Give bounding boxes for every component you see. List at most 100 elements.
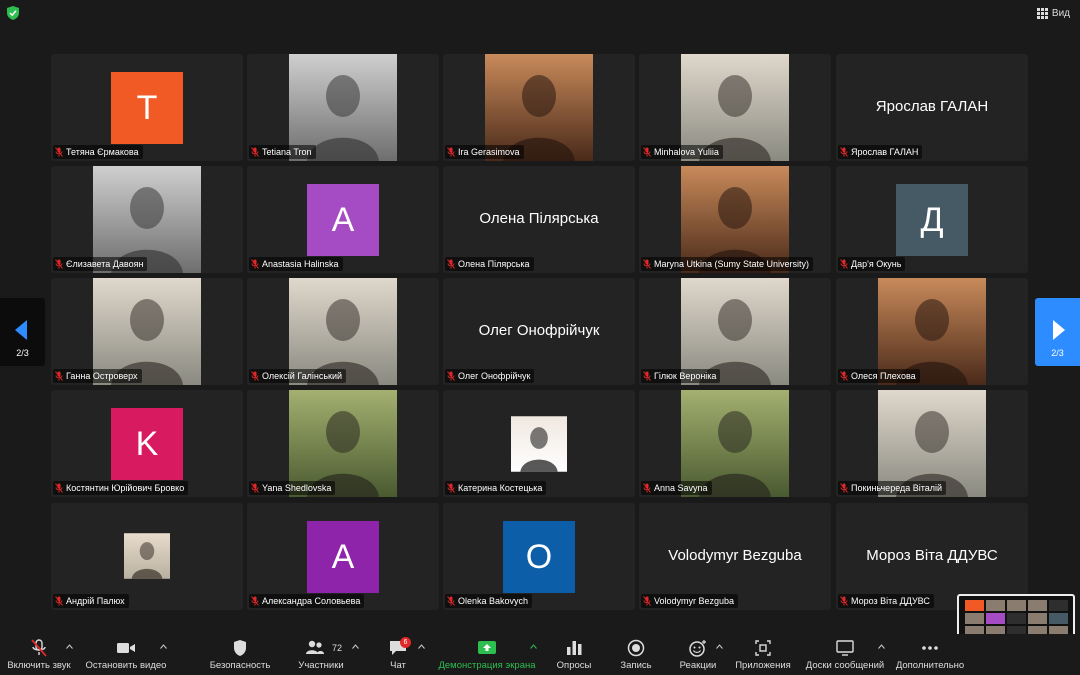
chevron-up-icon[interactable]: [66, 644, 73, 649]
security-label: Безопасность: [209, 660, 271, 671]
share-screen-button[interactable]: Демонстрация экрана: [436, 634, 538, 675]
previous-page-button[interactable]: 2/3: [0, 298, 45, 366]
participant-tile[interactable]: Ira Gerasimova: [443, 54, 635, 161]
participant-name: Anna Savyna: [654, 483, 708, 493]
mic-muted-icon: [643, 371, 651, 381]
participant-name: Гілюк Вероніка: [654, 371, 717, 381]
mic-muted-icon: [447, 259, 455, 269]
chevron-up-icon[interactable]: [352, 644, 359, 649]
participant-name-label: Олег Онофрійчук: [445, 369, 535, 383]
participant-tile[interactable]: Покиньчереда Віталій: [836, 390, 1028, 497]
participant-tile[interactable]: Катерина Костецька: [443, 390, 635, 497]
participant-name-label: Yana Shedlovska: [249, 481, 336, 495]
participant-name-label: Maryna Utkina (Sumy State University): [641, 257, 814, 271]
participant-name: Maryna Utkina (Sumy State University): [654, 259, 810, 269]
participant-tile[interactable]: Ярослав ГАЛАН Ярослав ГАЛАН: [836, 54, 1028, 161]
participant-name-label: Олена Пілярська: [445, 257, 534, 271]
participant-name: Александра Соловьева: [262, 596, 361, 606]
participant-tile[interactable]: A Anastasia Halinska: [247, 166, 439, 273]
participant-tile[interactable]: Олег Онофрійчук Олег Онофрійчук: [443, 278, 635, 385]
chevron-up-icon[interactable]: [716, 644, 723, 649]
participant-tile[interactable]: Андрій Палюх: [51, 503, 243, 610]
whiteboards-button[interactable]: Доски сообщений: [802, 634, 888, 675]
chevron-up-icon[interactable]: [418, 644, 425, 649]
next-page-button[interactable]: 2/3: [1035, 298, 1080, 366]
stop-video-label: Остановить видео: [85, 660, 167, 671]
participants-icon: [306, 640, 324, 654]
share-screen-icon: [478, 641, 496, 654]
mic-muted-icon: [55, 147, 63, 157]
participant-tile[interactable]: Volodymyr Bezguba Volodymyr Bezguba: [639, 503, 831, 610]
gallery-view: Т Тетяна Єрмакова Tetiana Tron Ira Gerasimo…: [51, 54, 1030, 612]
participant-tile[interactable]: Олеся Плехова: [836, 278, 1028, 385]
participant-name-label: Андрій Палюх: [53, 594, 129, 608]
participant-name: Олеся Плехова: [851, 371, 916, 381]
arrow-left-icon: [15, 320, 27, 340]
whiteboard-icon: [836, 640, 854, 656]
polls-label: Опросы: [556, 660, 592, 671]
mic-muted-icon: [643, 259, 651, 269]
participant-tile[interactable]: Yana Shedlovska: [247, 390, 439, 497]
view-label: Вид: [1051, 7, 1070, 19]
share-screen-label: Демонстрация экрана: [438, 660, 536, 671]
participant-name-label: Покиньчереда Віталій: [838, 481, 947, 495]
participant-tile[interactable]: K Костянтин Юрійович Бровко: [51, 390, 243, 497]
participant-video-frame: [511, 416, 567, 472]
chevron-up-icon[interactable]: [160, 644, 167, 649]
participants-count: 72: [332, 643, 343, 653]
participant-name-label: Olenka Bakovych: [445, 594, 533, 608]
participant-name-label: Александра Соловьева: [249, 594, 365, 608]
participant-tile[interactable]: O Olenka Bakovych: [443, 503, 635, 610]
stop-video-button[interactable]: Остановить видео: [84, 634, 168, 675]
participant-name: Катерина Костецька: [458, 483, 543, 493]
participant-tile[interactable]: A Александра Соловьева: [247, 503, 439, 610]
mic-muted-icon: [251, 147, 259, 157]
mic-muted-icon: [840, 483, 848, 493]
participant-tile[interactable]: Ганна Островерх: [51, 278, 243, 385]
participant-tile[interactable]: Єлизавета Давоян: [51, 166, 243, 273]
participant-tile[interactable]: Д Дар'я Окунь: [836, 166, 1028, 273]
participant-tile[interactable]: Олена Пілярська Олена Пілярська: [443, 166, 635, 273]
participant-name-label: Anastasia Halinska: [249, 257, 343, 271]
participant-tile[interactable]: Т Тетяна Єрмакова: [51, 54, 243, 161]
view-button[interactable]: Вид: [1036, 5, 1070, 21]
participant-avatar: O: [503, 521, 575, 593]
participant-name: Олексій Галінський: [262, 371, 342, 381]
participant-tile[interactable]: Minhalova Yuliia: [639, 54, 831, 161]
mic-muted-icon: [55, 371, 63, 381]
record-button[interactable]: Запись: [614, 634, 658, 675]
participant-name-label: Ганна Островерх: [53, 369, 142, 383]
participant-tile[interactable]: Tetiana Tron: [247, 54, 439, 161]
chevron-up-icon[interactable]: [530, 644, 537, 649]
participant-tile[interactable]: Олексій Галінський: [247, 278, 439, 385]
security-button[interactable]: Безопасность: [206, 634, 274, 675]
participant-tile[interactable]: Anna Savyna: [639, 390, 831, 497]
unmute-button[interactable]: Включить звук: [4, 634, 74, 675]
more-button[interactable]: Дополнительно: [894, 634, 966, 675]
participant-avatar: Т: [111, 72, 183, 144]
mic-muted-icon: [840, 371, 848, 381]
reactions-button[interactable]: Реакции: [676, 634, 720, 675]
participant-tile[interactable]: Гілюк Вероніка: [639, 278, 831, 385]
participant-tile[interactable]: Maryna Utkina (Sumy State University): [639, 166, 831, 273]
participant-name-label: Олеся Плехова: [838, 369, 920, 383]
participant-avatar: Д: [896, 184, 968, 256]
reactions-label: Реакции: [679, 660, 717, 671]
shield-icon: [234, 640, 246, 656]
shield-icon[interactable]: [7, 6, 19, 20]
participants-button[interactable]: Участники: [292, 634, 350, 675]
apps-button[interactable]: Приложения: [734, 634, 792, 675]
mic-muted-icon: [31, 639, 47, 657]
participant-name: Volodymyr Bezguba: [654, 596, 735, 606]
polls-button[interactable]: Опросы: [552, 634, 596, 675]
participant-avatar: A: [307, 184, 379, 256]
unmute-label: Включить звук: [7, 660, 71, 671]
participant-name-label: Катерина Костецька: [445, 481, 547, 495]
whiteboards-label: Доски сообщений: [805, 660, 885, 671]
nav-page-indicator: 2/3: [1051, 348, 1064, 358]
participant-name: Олег Онофрійчук: [458, 371, 531, 381]
participant-name-label: Костянтин Юрійович Бровко: [53, 481, 189, 495]
apps-icon: [755, 640, 771, 656]
participant-name: Tetiana Tron: [262, 147, 312, 157]
chevron-up-icon[interactable]: [878, 644, 885, 649]
